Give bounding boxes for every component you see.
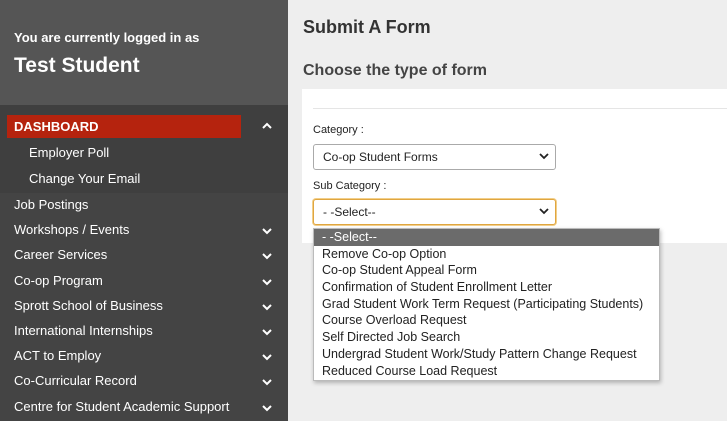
subcategory-select[interactable]: - -Select-- — [313, 199, 556, 225]
user-panel: You are currently logged in as Test Stud… — [0, 0, 288, 105]
dropdown-option[interactable]: Undergrad Student Work/Study Pattern Cha… — [314, 346, 659, 363]
sidebar-item-change-email[interactable]: Change Your Email — [0, 165, 288, 191]
dropdown-option[interactable]: - -Select-- — [314, 229, 659, 246]
sidebar: You are currently logged in as Test Stud… — [0, 0, 288, 421]
dropdown-option[interactable]: Reduced Course Load Request — [314, 363, 659, 380]
category-label: Category : — [313, 124, 364, 136]
sidebar-item-label: DASHBOARD — [7, 115, 241, 138]
chevron-down-icon[interactable] — [262, 404, 272, 415]
dropdown-option[interactable]: Grad Student Work Term Request (Particip… — [314, 296, 659, 313]
sidebar-item-coop-program[interactable]: Co-op Program — [0, 269, 288, 294]
sidebar-item-dashboard[interactable]: DASHBOARD — [0, 114, 288, 139]
chevron-up-icon[interactable] — [262, 122, 272, 132]
dropdown-option[interactable]: Course Overload Request — [314, 312, 659, 329]
chevron-down-icon[interactable] — [262, 379, 272, 389]
chevron-down-icon[interactable] — [262, 354, 272, 364]
user-name: Test Student — [14, 54, 140, 77]
sidebar-item-label: Sprott School of Business — [14, 297, 163, 313]
chevron-down-icon — [539, 208, 549, 218]
subcategory-dropdown-list: - -Select-- Remove Co-op Option Co-op St… — [313, 228, 660, 381]
dropdown-option[interactable]: Self Directed Job Search — [314, 329, 659, 346]
sidebar-item-label: Workshops / Events — [14, 222, 130, 238]
dashboard-group: DASHBOARD Employer Poll Change Your Emai… — [0, 105, 288, 193]
category-select[interactable]: Co-op Student Forms — [313, 144, 556, 170]
section-title: Choose the type of form — [303, 62, 488, 79]
sidebar-item-international-internships[interactable]: International Internships — [0, 319, 288, 344]
sidebar-item-sprott-school[interactable]: Sprott School of Business — [0, 294, 288, 319]
sidebar-item-label: Career Services — [14, 247, 108, 263]
subcategory-select-value: - -Select-- — [323, 205, 376, 219]
sidebar-item-job-postings[interactable]: Job Postings — [0, 193, 288, 218]
sidebar-item-employer-poll[interactable]: Employer Poll — [0, 139, 288, 165]
sidebar-item-act-to-employ[interactable]: ACT to Employ — [0, 344, 288, 369]
sidebar-item-career-services[interactable]: Career Services — [0, 243, 288, 268]
sidebar-item-workshops-events[interactable]: Workshops / Events — [0, 218, 288, 243]
chevron-down-icon[interactable] — [262, 228, 272, 238]
sidebar-item-label: Co-Curricular Record — [14, 373, 137, 389]
form-card: Category : Co-op Student Forms Sub Categ… — [302, 89, 727, 243]
sidebar-item-label: ACT to Employ — [14, 348, 102, 364]
logged-in-label: You are currently logged in as — [14, 30, 200, 45]
dropdown-option[interactable]: Co-op Student Appeal Form — [314, 262, 659, 279]
chevron-down-icon — [539, 153, 549, 163]
category-select-value: Co-op Student Forms — [323, 150, 438, 164]
chevron-down-icon[interactable] — [262, 329, 272, 339]
sidebar-item-label: Centre for Student Academic Support — [14, 398, 230, 414]
sidebar-item-student-academic-support[interactable]: Centre for Student Academic Support — [0, 395, 288, 420]
dropdown-option[interactable]: Confirmation of Student Enrollment Lette… — [314, 279, 659, 296]
chevron-down-icon[interactable] — [262, 253, 272, 263]
sidebar-item-label: International Internships — [14, 322, 153, 338]
chevron-down-icon[interactable] — [262, 278, 272, 289]
sidebar-item-co-curricular-record[interactable]: Co-Curricular Record — [0, 369, 288, 394]
page-title: Submit A Form — [303, 17, 431, 37]
sidebar-item-label: Job Postings — [14, 197, 89, 212]
divider — [313, 108, 727, 109]
chevron-down-icon[interactable] — [262, 304, 272, 314]
sidebar-item-label: Co-op Program — [14, 272, 103, 288]
subcategory-label: Sub Category : — [313, 180, 387, 192]
dropdown-option[interactable]: Remove Co-op Option — [314, 246, 659, 263]
